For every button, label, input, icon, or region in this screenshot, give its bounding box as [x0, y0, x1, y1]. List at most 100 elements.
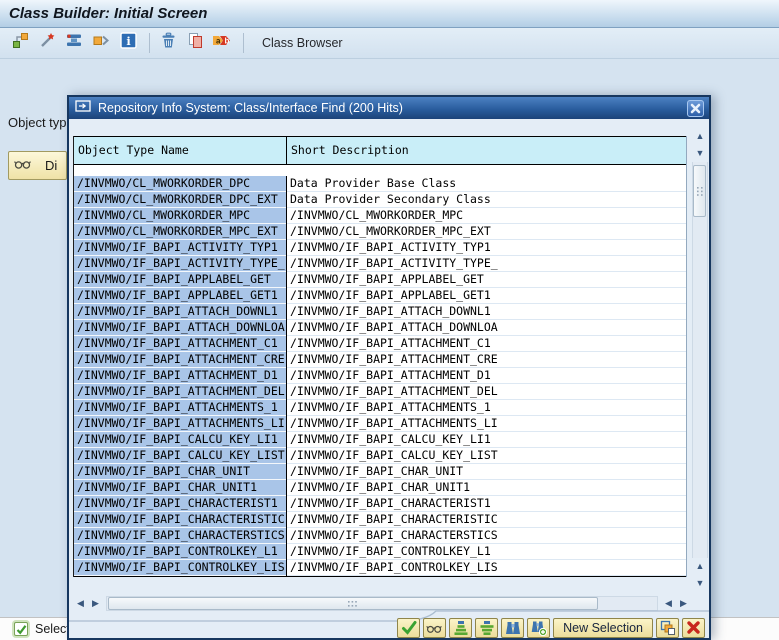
object-type-name-cell[interactable]: /INVMWO/IF_BAPI_CHAR_UNIT — [74, 464, 287, 480]
short-description-cell[interactable]: /INVMWO/IF_BAPI_ACTIVITY_TYP1 — [287, 240, 686, 256]
object-type-name-cell[interactable]: /INVMWO/IF_BAPI_CALCU_KEY_LI1 — [74, 432, 287, 448]
object-type-name-cell[interactable]: /INVMWO/IF_BAPI_ATTACHMENT_D1 — [74, 368, 287, 384]
vertical-scrollbar-track[interactable] — [692, 162, 708, 558]
short-description-cell[interactable]: /INVMWO/CL_MWORKORDER_MPC_EXT — [287, 224, 686, 240]
find-next-button[interactable] — [527, 618, 550, 638]
object-type-name-cell[interactable]: /INVMWO/IF_BAPI_CHARACTERISTIC — [74, 512, 287, 528]
object-type-name-cell[interactable]: /INVMWO/CL_MWORKORDER_DPC_EXT — [74, 192, 287, 208]
object-type-name-cell[interactable]: /INVMWO/CL_MWORKORDER_MPC_EXT — [74, 224, 287, 240]
table-row[interactable]: /INVMWO/CL_MWORKORDER_MPC_EXT /INVMWO/CL… — [74, 224, 686, 240]
new-selection-button[interactable]: New Selection — [553, 618, 653, 638]
scroll-right-button[interactable]: ▶ — [676, 595, 691, 612]
table-row[interactable]: /INVMWO/IF_BAPI_CALCU_KEY_LIST /INVMWO/I… — [74, 448, 686, 464]
column-header-object-type-name[interactable]: Object Type Name — [74, 137, 287, 164]
table-row[interactable]: /INVMWO/IF_BAPI_CHARACTERSTICS /INVMWO/I… — [74, 528, 686, 544]
object-type-name-cell[interactable]: /INVMWO/IF_BAPI_ATTACHMENTS_LI — [74, 416, 287, 432]
object-type-name-cell[interactable]: /INVMWO/CL_MWORKORDER_DPC — [74, 176, 287, 192]
short-description-cell[interactable]: /INVMWO/CL_MWORKORDER_MPC — [287, 208, 686, 224]
short-description-cell[interactable]: /INVMWO/IF_BAPI_CHARACTERSTICS — [287, 528, 686, 544]
table-row[interactable]: /INVMWO/IF_BAPI_CHAR_UNIT1 /INVMWO/IF_BA… — [74, 480, 686, 496]
class-browser-button[interactable]: Class Browser — [256, 33, 349, 53]
table-row[interactable]: /INVMWO/IF_BAPI_CHARACTERISTIC /INVMWO/I… — [74, 512, 686, 528]
object-type-name-cell[interactable]: /INVMWO/IF_BAPI_ATTACHMENT_DEL — [74, 384, 287, 400]
display-button[interactable]: Di — [8, 151, 67, 180]
short-description-cell[interactable]: /INVMWO/IF_BAPI_CHARACTERIST1 — [287, 496, 686, 512]
short-description-cell[interactable]: /INVMWO/IF_BAPI_ATTACHMENT_D1 — [287, 368, 686, 384]
short-description-cell[interactable]: /INVMWO/IF_BAPI_APPLABEL_GET — [287, 272, 686, 288]
table-row[interactable]: /INVMWO/IF_BAPI_ATTACHMENT_CRE /INVMWO/I… — [74, 352, 686, 368]
short-description-cell[interactable]: /INVMWO/IF_BAPI_ATTACH_DOWNLOA — [287, 320, 686, 336]
short-description-cell[interactable]: /INVMWO/IF_BAPI_CHAR_UNIT1 — [287, 480, 686, 496]
short-description-cell[interactable]: /INVMWO/IF_BAPI_CALCU_KEY_LIST — [287, 448, 686, 464]
object-type-name-cell[interactable]: /INVMWO/IF_BAPI_ACTIVITY_TYP1 — [74, 240, 287, 256]
table-row[interactable]: /INVMWO/IF_BAPI_CALCU_KEY_LI1 /INVMWO/IF… — [74, 432, 686, 448]
short-description-cell[interactable]: /INVMWO/IF_BAPI_ATTACHMENTS_LI — [287, 416, 686, 432]
object-type-name-cell[interactable]: /INVMWO/IF_BAPI_CHAR_UNIT1 — [74, 480, 287, 496]
short-description-cell[interactable]: /INVMWO/IF_BAPI_ACTIVITY_TYPE_ — [287, 256, 686, 272]
short-description-cell[interactable]: Data Provider Secondary Class — [287, 192, 686, 208]
table-row[interactable]: /INVMWO/IF_BAPI_ATTACHMENTS_LI /INVMWO/I… — [74, 416, 686, 432]
table-row[interactable]: /INVMWO/CL_MWORKORDER_MPC /INVMWO/CL_MWO… — [74, 208, 686, 224]
table-row[interactable]: /INVMWO/IF_BAPI_ATTACHMENTS_1 /INVMWO/IF… — [74, 400, 686, 416]
scroll-left-button[interactable]: ◀ — [73, 595, 88, 612]
object-type-name-cell[interactable]: /INVMWO/IF_BAPI_ACTIVITY_TYPE_ — [74, 256, 287, 272]
object-type-name-cell[interactable]: /INVMWO/IF_BAPI_CHARACTERSTICS — [74, 528, 287, 544]
table-row[interactable]: /INVMWO/IF_BAPI_ATTACH_DOWNL1 /INVMWO/IF… — [74, 304, 686, 320]
scroll-left-button[interactable]: ◀ — [661, 595, 676, 612]
vertical-scrollbar[interactable]: ▲ ▼ ▲ ▼ — [692, 128, 708, 592]
short-description-cell[interactable]: /INVMWO/IF_BAPI_ATTACH_DOWNL1 — [287, 304, 686, 320]
short-description-cell[interactable]: Data Provider Base Class — [287, 176, 686, 192]
scroll-up-button[interactable]: ▲ — [692, 128, 708, 145]
object-type-name-cell[interactable]: /INVMWO/IF_BAPI_ATTACHMENT_CRE — [74, 352, 287, 368]
scroll-right-button[interactable]: ▶ — [88, 595, 103, 612]
short-description-cell[interactable]: /INVMWO/IF_BAPI_ATTACHMENTS_1 — [287, 400, 686, 416]
column-header-short-description[interactable]: Short Description — [287, 137, 686, 164]
object-type-name-cell[interactable]: /INVMWO/IF_BAPI_APPLABEL_GET1 — [74, 288, 287, 304]
table-row[interactable]: /INVMWO/IF_BAPI_ATTACH_DOWNLOA /INVMWO/I… — [74, 320, 686, 336]
table-row[interactable]: /INVMWO/IF_BAPI_CONTROLKEY_LIS /INVMWO/I… — [74, 560, 686, 576]
short-description-cell[interactable]: /INVMWO/IF_BAPI_ATTACHMENT_C1 — [287, 336, 686, 352]
info-button[interactable]: i — [116, 31, 140, 55]
short-description-cell[interactable]: /INVMWO/IF_BAPI_CALCU_KEY_LI1 — [287, 432, 686, 448]
scroll-up-button[interactable]: ▲ — [692, 558, 708, 575]
table-row[interactable]: /INVMWO/IF_BAPI_ATTACHMENT_D1 /INVMWO/IF… — [74, 368, 686, 384]
other-object-button[interactable] — [8, 31, 32, 55]
delete-button[interactable] — [156, 31, 180, 55]
table-row[interactable]: /INVMWO/IF_BAPI_CHARACTERIST1 /INVMWO/IF… — [74, 496, 686, 512]
table-row[interactable]: /INVMWO/IF_BAPI_CHAR_UNIT /INVMWO/IF_BAP… — [74, 464, 686, 480]
short-description-cell[interactable]: /INVMWO/IF_BAPI_CONTROLKEY_LIS — [287, 560, 686, 576]
short-description-cell[interactable]: /INVMWO/IF_BAPI_CHAR_UNIT — [287, 464, 686, 480]
short-description-cell[interactable]: /INVMWO/IF_BAPI_CONTROLKEY_L1 — [287, 544, 686, 560]
rename-button[interactable]: ab — [210, 31, 234, 55]
horizontal-scrollbar[interactable]: ◀ ▶ ◀ ▶ — [73, 595, 691, 612]
table-row[interactable]: /INVMWO/IF_BAPI_APPLABEL_GET /INVMWO/IF_… — [74, 272, 686, 288]
table-row[interactable]: /INVMWO/CL_MWORKORDER_DPC Data Provider … — [74, 176, 686, 192]
horizontal-scrollbar-thumb[interactable] — [108, 597, 598, 610]
table-row[interactable]: /INVMWO/IF_BAPI_ATTACHMENT_DEL /INVMWO/I… — [74, 384, 686, 400]
object-type-name-cell[interactable]: /INVMWO/IF_BAPI_APPLABEL_GET — [74, 272, 287, 288]
table-row[interactable]: /INVMWO/CL_MWORKORDER_DPC_EXT Data Provi… — [74, 192, 686, 208]
copy-button[interactable] — [183, 31, 207, 55]
vertical-scrollbar-thumb[interactable] — [693, 165, 706, 217]
sort-ascending-button[interactable] — [449, 618, 472, 638]
horizontal-scrollbar-track[interactable] — [106, 596, 658, 611]
scroll-down-button[interactable]: ▼ — [692, 145, 708, 162]
transport-copy-button[interactable] — [89, 31, 113, 55]
table-row[interactable]: /INVMWO/IF_BAPI_APPLABEL_GET1 /INVMWO/IF… — [74, 288, 686, 304]
dialog-titlebar[interactable]: Repository Info System: Class/Interface … — [69, 97, 709, 119]
short-description-cell[interactable]: /INVMWO/IF_BAPI_ATTACHMENT_DEL — [287, 384, 686, 400]
continue-button[interactable] — [397, 618, 420, 638]
table-row[interactable]: /INVMWO/IF_BAPI_ATTACHMENT_C1 /INVMWO/IF… — [74, 336, 686, 352]
object-type-name-cell[interactable]: /INVMWO/IF_BAPI_CALCU_KEY_LIST — [74, 448, 287, 464]
scroll-down-button[interactable]: ▼ — [692, 575, 708, 592]
table-row[interactable]: /INVMWO/IF_BAPI_CONTROLKEY_L1 /INVMWO/IF… — [74, 544, 686, 560]
short-description-cell[interactable]: /INVMWO/IF_BAPI_ATTACHMENT_CRE — [287, 352, 686, 368]
short-description-cell[interactable]: /INVMWO/IF_BAPI_CHARACTERISTIC — [287, 512, 686, 528]
object-type-name-cell[interactable]: /INVMWO/CL_MWORKORDER_MPC — [74, 208, 287, 224]
test-button[interactable] — [62, 31, 86, 55]
dialog-close-button[interactable] — [687, 100, 704, 117]
object-type-name-cell[interactable]: /INVMWO/IF_BAPI_ATTACH_DOWNLOA — [74, 320, 287, 336]
object-type-name-cell[interactable]: /INVMWO/IF_BAPI_CHARACTERIST1 — [74, 496, 287, 512]
table-row[interactable]: /INVMWO/IF_BAPI_ACTIVITY_TYPE_ /INVMWO/I… — [74, 256, 686, 272]
short-description-cell[interactable]: /INVMWO/IF_BAPI_APPLABEL_GET1 — [287, 288, 686, 304]
